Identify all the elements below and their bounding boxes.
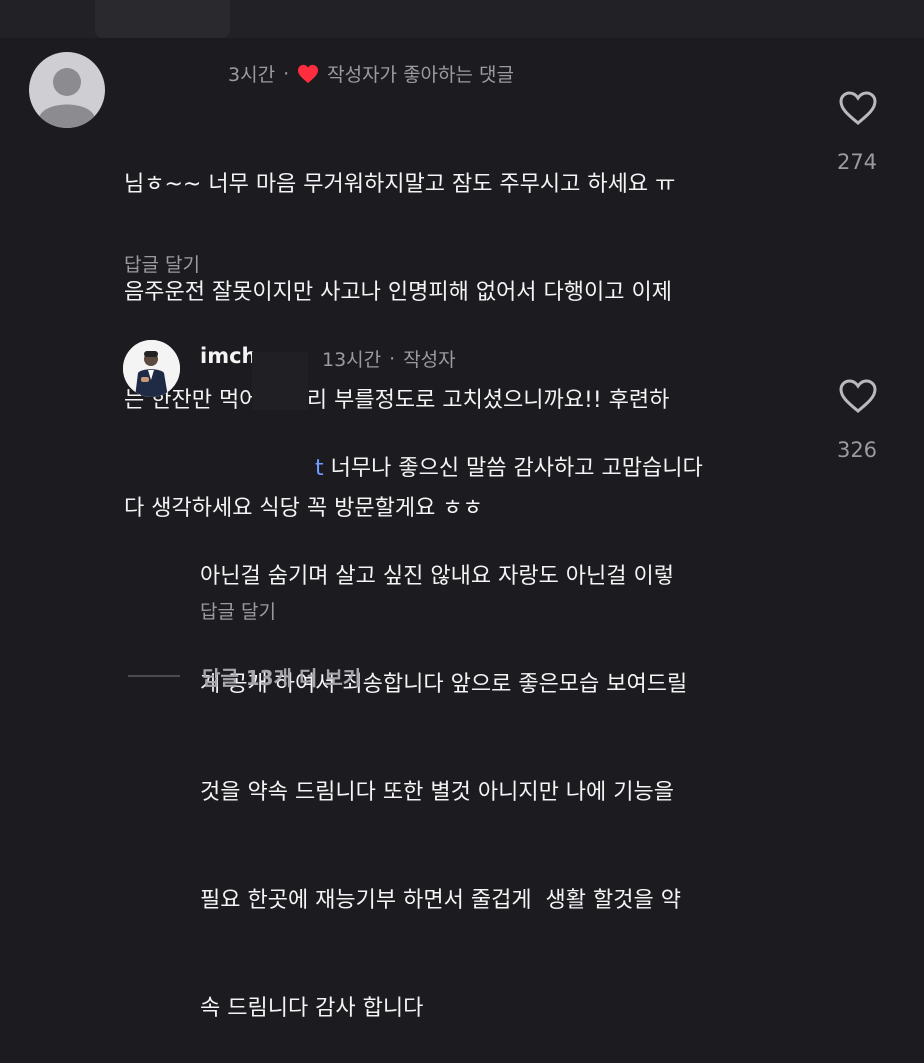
reply-line: 속 드림니다 감사 합니다 xyxy=(200,996,424,1021)
obscured-region xyxy=(95,0,230,38)
heart-outline-icon[interactable] xyxy=(838,378,878,414)
comment-line: 음주운전 잘못이지만 사고나 인명피해 없어서 다행이고 이제 xyxy=(124,280,672,305)
reply-body: t 너무나 좋으신 말씀 감사하고 고맙습니다 아닌걸 숨기며 살고 싶진 않내… xyxy=(200,379,703,1063)
author-username[interactable]: imch xyxy=(200,344,256,368)
comment-meta: 3시간 · 작성자가 좋아하는 댓글 xyxy=(228,60,514,87)
heart-outline-icon[interactable] xyxy=(838,90,878,126)
reply-button[interactable]: 답글 달기 xyxy=(124,250,200,277)
reply-line: 것을 약속 드림니다 또한 별것 아니지만 나에 기능을 xyxy=(200,780,674,805)
liked-by-author-label: 작성자가 좋아하는 댓글 xyxy=(327,64,514,86)
meta-separator: · xyxy=(389,347,396,370)
reply-button[interactable]: 답글 달기 xyxy=(200,597,276,624)
mention-link[interactable]: t xyxy=(315,456,324,481)
view-more-replies-button[interactable]: 답글 13개 더 보기 xyxy=(202,662,361,691)
author-badge: 작성자 xyxy=(403,349,456,371)
person-photo-icon xyxy=(123,340,180,397)
commenter-avatar[interactable] xyxy=(29,52,105,128)
reply-line: 필요 한곳에 재능기부 하면서 줄겁게 생활 할것을 약 xyxy=(200,888,681,913)
divider-line xyxy=(128,675,180,677)
comment-line: 님ㅎ~~ 너무 마음 무거워하지말고 잠도 주무시고 하세요 ㅠ xyxy=(124,172,676,197)
default-avatar-icon xyxy=(39,68,95,128)
top-bar xyxy=(0,0,924,38)
reply-meta: 13시간 · 작성자 xyxy=(322,345,456,372)
heart-filled-icon xyxy=(298,64,319,83)
comment-time: 3시간 xyxy=(228,64,276,86)
meta-separator: · xyxy=(283,62,290,85)
reply-line: 아닌걸 숨기며 살고 싶진 않내요 자랑도 아닌걸 이렇 xyxy=(200,564,674,589)
like-count: 326 xyxy=(836,438,878,462)
reply-line: 너무나 좋으신 말씀 감사하고 고맙습니다 xyxy=(323,456,703,481)
reply-line-1: t 너무나 좋으신 말씀 감사하고 고맙습니다 xyxy=(200,451,703,487)
reply-time: 13시간 xyxy=(322,349,382,371)
censored-mention-block xyxy=(252,384,308,410)
author-avatar[interactable] xyxy=(123,340,180,397)
like-count: 274 xyxy=(836,150,878,174)
